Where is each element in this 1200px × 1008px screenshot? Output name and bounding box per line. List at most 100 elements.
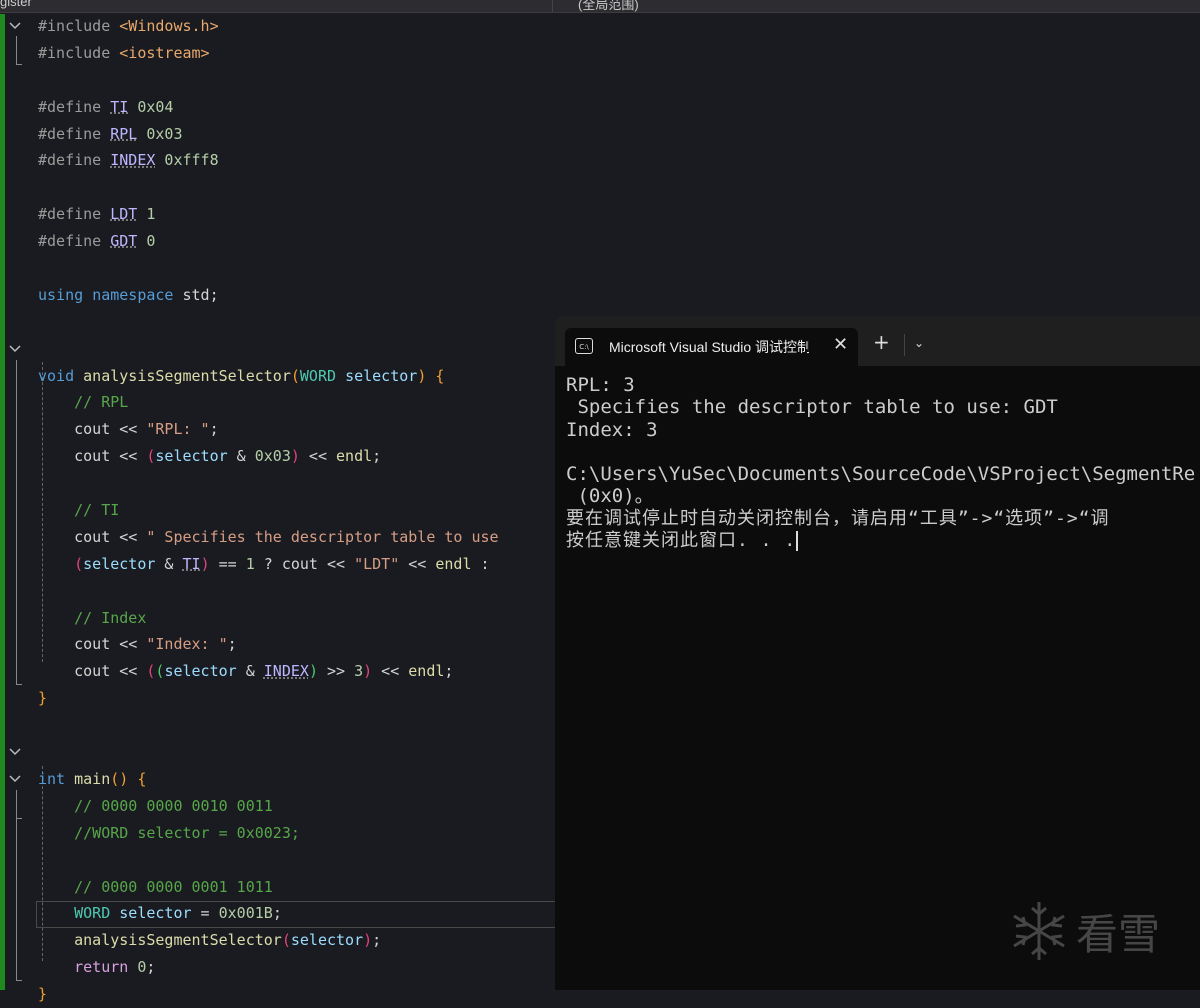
console-output-line: Specifies the descriptor table to use: G… bbox=[566, 396, 1200, 418]
divider bbox=[552, 0, 553, 12]
project-dropdown[interactable]: gister bbox=[0, 0, 32, 9]
code-token: << bbox=[372, 662, 409, 681]
code-token: selector bbox=[345, 366, 418, 385]
code-token: GDT bbox=[110, 232, 138, 251]
fold-chevron-icon[interactable] bbox=[8, 745, 22, 759]
code-token: selector bbox=[119, 904, 192, 923]
code-line[interactable]: #define GDT 0 bbox=[38, 228, 1198, 255]
scope-dropdown[interactable]: (全局范围) bbox=[578, 0, 639, 12]
code-token: //WORD selector = 0x0023; bbox=[38, 823, 300, 842]
dropdown-chevron-icon[interactable]: ⌄ bbox=[914, 336, 924, 350]
code-token: int bbox=[38, 769, 75, 788]
code-token: : bbox=[471, 554, 490, 573]
code-token: analysisSegmentSelector bbox=[74, 931, 282, 950]
code-line[interactable] bbox=[38, 67, 1198, 94]
code-token: ) bbox=[290, 447, 300, 466]
code-token: "RPL: " bbox=[146, 420, 210, 439]
code-token: RPL bbox=[110, 124, 138, 143]
code-token: <iostream> bbox=[119, 43, 210, 62]
code-token: 0x04 bbox=[128, 97, 174, 116]
code-token: } bbox=[38, 985, 48, 1004]
code-token: selector bbox=[164, 662, 237, 681]
code-token: << bbox=[299, 447, 337, 466]
code-token: "LDT" bbox=[354, 554, 400, 573]
code-line[interactable]: #define LDT 1 bbox=[38, 201, 1198, 228]
code-token: // 0000 0000 0010 0011 bbox=[38, 796, 273, 815]
console-output-text: RPL: 3 bbox=[566, 374, 635, 396]
code-token: "Index: " bbox=[146, 635, 228, 654]
terminal-tab[interactable]: C:\ Microsoft Visual Studio 调试控制台 ✕ bbox=[565, 328, 858, 366]
tab-title: Microsoft Visual Studio 调试控制台 bbox=[609, 339, 809, 355]
code-token: void bbox=[38, 366, 84, 385]
code-token: & bbox=[227, 447, 255, 466]
console-output-text: 按任意键关闭此窗口. . . bbox=[566, 530, 797, 552]
code-token: std; bbox=[182, 285, 219, 304]
code-token: ( bbox=[290, 366, 300, 385]
code-token: ) bbox=[417, 366, 436, 385]
code-line[interactable]: #include <iostream> bbox=[38, 40, 1198, 67]
terminal-window[interactable]: C:\ Microsoft Visual Studio 调试控制台 ✕ + ⌄ … bbox=[555, 316, 1200, 990]
code-token: selector bbox=[290, 931, 364, 950]
close-tab-icon[interactable]: ✕ bbox=[833, 334, 848, 355]
code-token: // Index bbox=[38, 608, 147, 627]
console-icon: C:\ bbox=[575, 338, 593, 354]
console-output-line: (0x0)。 bbox=[566, 485, 1200, 507]
watermark-text: 看雪 bbox=[1076, 909, 1161, 959]
fold-guide-end bbox=[16, 684, 22, 685]
code-token: ) bbox=[363, 662, 373, 681]
fold-guide bbox=[16, 36, 17, 64]
console-output-text: Index: 3 bbox=[566, 418, 658, 441]
code-token: using bbox=[38, 285, 93, 304]
code-line[interactable]: #define TI 0x04 bbox=[38, 94, 1198, 121]
code-line[interactable] bbox=[38, 174, 1198, 201]
code-line[interactable]: #define INDEX 0xfff8 bbox=[38, 147, 1198, 174]
code-token: { bbox=[137, 769, 147, 788]
code-token: <Windows.h> bbox=[119, 17, 219, 35]
code-token: ? cout << bbox=[254, 554, 355, 573]
code-token: 0 bbox=[137, 232, 156, 251]
code-token: main bbox=[74, 769, 111, 788]
code-token: >> bbox=[317, 662, 355, 681]
change-indicator-bar bbox=[0, 14, 5, 990]
code-token: endl bbox=[336, 447, 373, 466]
code-token: == bbox=[209, 554, 246, 573]
code-token: ; bbox=[227, 635, 237, 654]
fold-chevron-icon[interactable] bbox=[8, 19, 22, 33]
code-token: return bbox=[74, 958, 138, 977]
fold-chevron-icon[interactable] bbox=[8, 342, 22, 356]
code-token: 0xfff8 bbox=[155, 151, 219, 170]
fold-guide-end bbox=[16, 980, 22, 981]
code-token: ) bbox=[308, 662, 318, 681]
code-token: cout << bbox=[38, 420, 147, 439]
code-token: cout << bbox=[38, 662, 147, 681]
code-line[interactable]: #include <Windows.h> bbox=[38, 13, 1198, 40]
code-token: #define bbox=[38, 124, 111, 143]
code-token: WORD bbox=[74, 904, 120, 923]
code-token: ; bbox=[146, 958, 156, 977]
terminal-tab-bar: C:\ Microsoft Visual Studio 调试控制台 ✕ + ⌄ bbox=[555, 316, 1200, 366]
console-output-line: 按任意键关闭此窗口. . . bbox=[566, 530, 1200, 552]
fold-chevron-icon[interactable] bbox=[8, 772, 22, 786]
console-output-text: Specifies the descriptor table to use: G… bbox=[566, 396, 1058, 419]
code-token: cout << bbox=[38, 527, 147, 546]
code-token: & bbox=[236, 662, 264, 681]
code-token: #include bbox=[38, 17, 120, 35]
code-line[interactable] bbox=[38, 255, 1198, 282]
code-token: ; bbox=[372, 447, 382, 466]
code-token: #include bbox=[38, 43, 120, 62]
snowflake-icon bbox=[1013, 902, 1065, 960]
code-token: TI bbox=[110, 97, 129, 116]
code-token: 0x03 bbox=[254, 447, 291, 466]
code-line[interactable]: using namespace std; bbox=[38, 282, 1198, 309]
code-token: selector bbox=[83, 554, 156, 573]
code-token: analysisSegmentSelector bbox=[83, 366, 291, 385]
new-tab-button[interactable]: + bbox=[873, 330, 890, 354]
top-navigation-bar: gister (全局范围) bbox=[0, 0, 1200, 13]
code-token: ; bbox=[372, 931, 382, 950]
code-line[interactable]: #define RPL 0x03 bbox=[38, 121, 1198, 148]
code-token: selector bbox=[155, 447, 228, 466]
code-token: 3 bbox=[354, 662, 364, 681]
